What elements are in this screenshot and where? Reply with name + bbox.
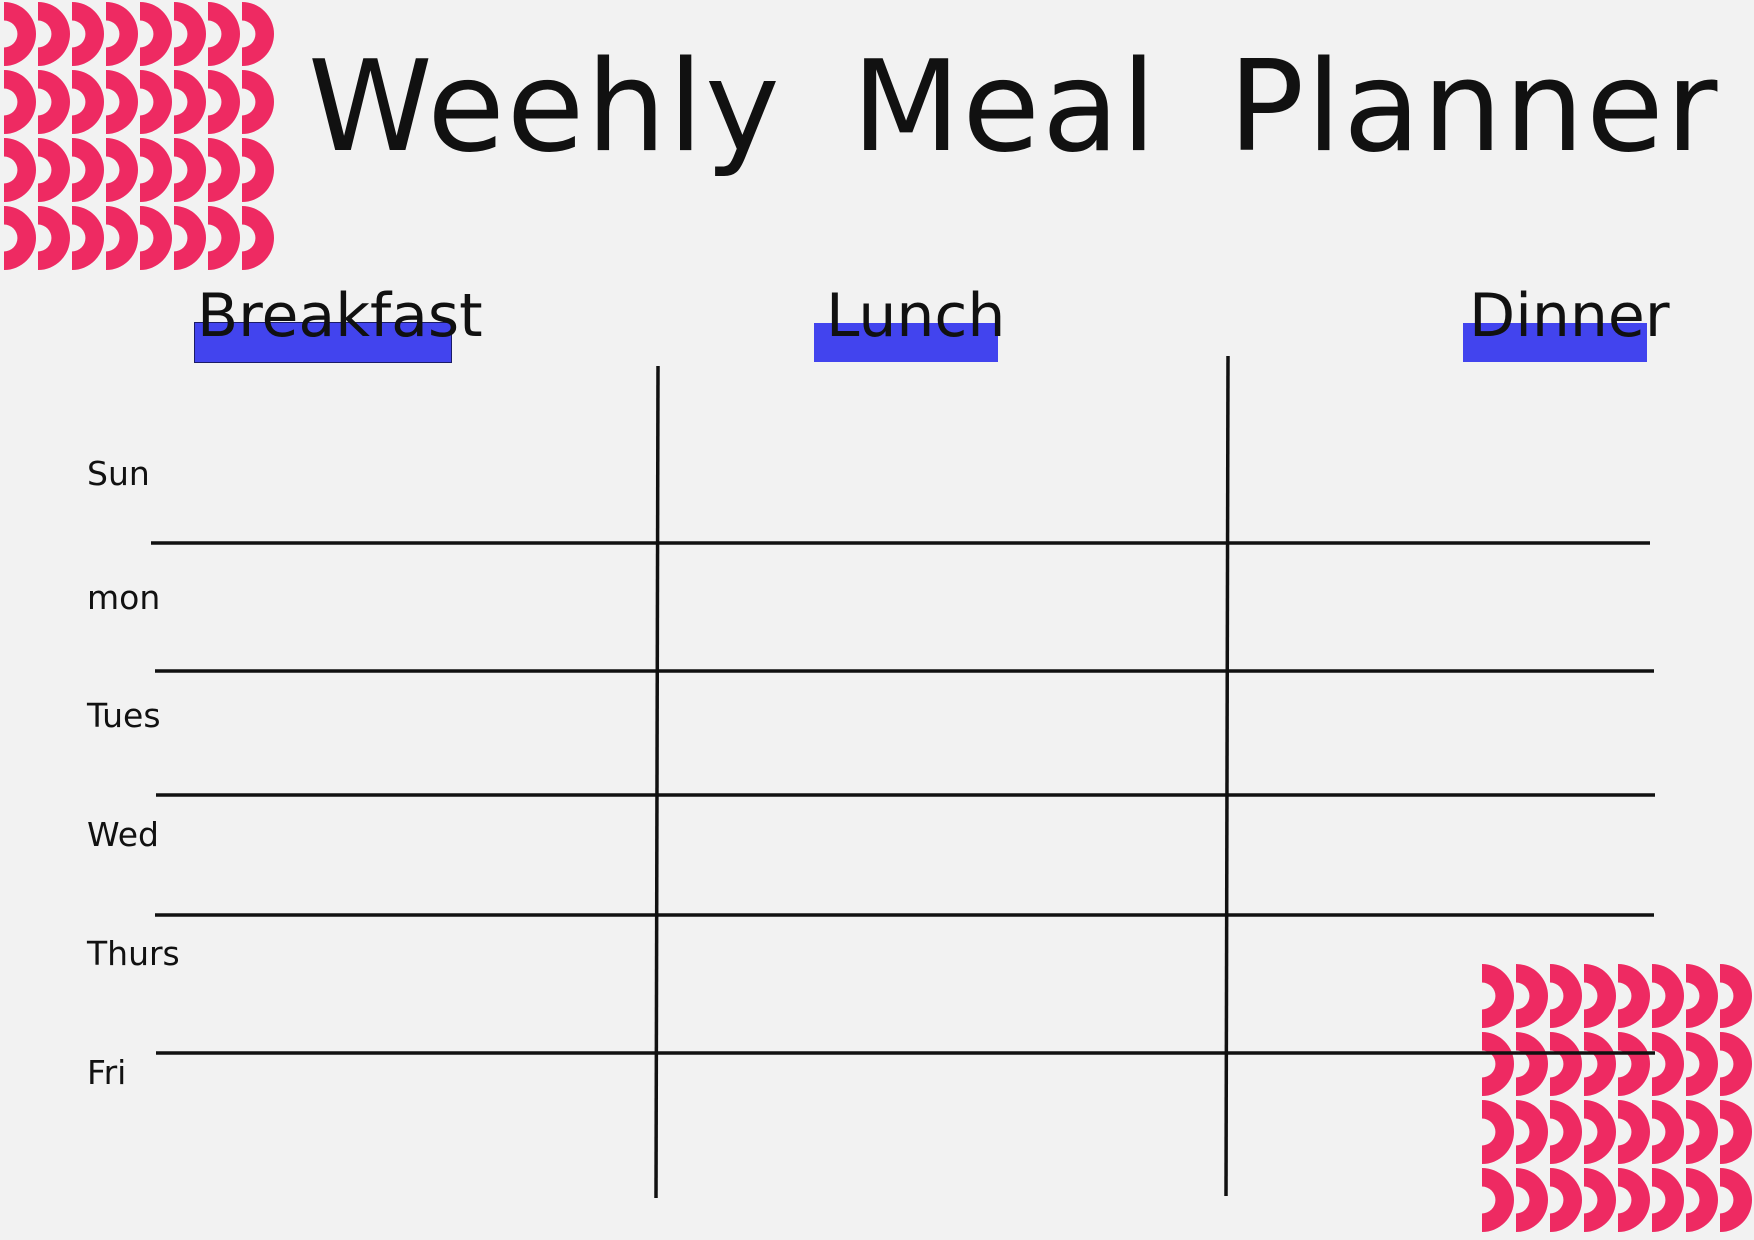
day-label-tues: Tues [87, 696, 161, 735]
column-divider-2 [1224, 355, 1230, 1197]
day-label-wed: Wed [87, 815, 159, 854]
meal-planner-page: Weehly Meal Planner Breakfast Lunch Dinn… [0, 0, 1754, 1240]
column-divider-1 [654, 365, 660, 1199]
day-label-mon: mon [87, 578, 161, 617]
day-label-fri: Fri [87, 1053, 127, 1092]
day-label-thurs: Thurs [87, 934, 180, 973]
planner-grid [151, 355, 1655, 1199]
day-label-sun: Sun [87, 454, 150, 493]
